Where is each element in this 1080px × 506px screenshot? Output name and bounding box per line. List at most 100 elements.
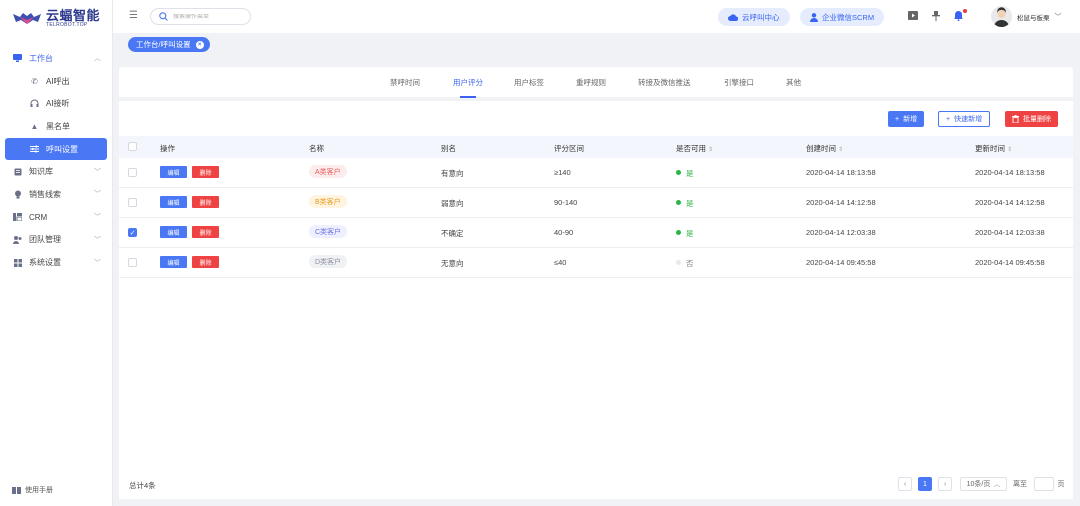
sidebar-item-blacklist[interactable]: ▲ 黑名单 (0, 115, 107, 138)
column-header-created[interactable]: 创建时间 ⇕ (806, 143, 843, 154)
plus-icon: + (895, 115, 900, 123)
select-all-checkbox[interactable] (128, 142, 137, 151)
enabled-cell: 是 (686, 229, 694, 238)
delete-button[interactable]: 删除 (192, 166, 219, 178)
sidebar-item-ai-inbound[interactable]: AI接听 (0, 92, 107, 115)
sliders-icon (30, 145, 39, 154)
close-icon[interactable]: × (195, 40, 204, 49)
edit-button[interactable]: 编辑 (160, 196, 187, 208)
sidebar-item-team[interactable]: 团队管理 ﹀ (0, 229, 107, 252)
user-name: 松鼠与板栗 (1017, 14, 1050, 22)
column-header-enabled[interactable]: 是否可用 ⇕ (676, 143, 713, 154)
delete-button[interactable]: 删除 (192, 196, 219, 208)
goto-label: 离至 (1013, 481, 1027, 488)
book-open-icon (12, 486, 21, 494)
sidebar-item-leads[interactable]: 销售线索 ﹀ (0, 183, 107, 206)
main-content: + 新增 + 快速新增 批量删除 操作 名称 别名 评分区间 是否可用 ⇕ 创建时… (119, 101, 1073, 499)
enabled-cell: 是 (686, 169, 694, 178)
wecom-scrm-button[interactable]: 企业微信SCRM (800, 8, 885, 26)
add-button[interactable]: + 新增 (888, 111, 925, 127)
row-checkbox[interactable] (128, 168, 137, 177)
chevron-down-icon: ﹀ (1054, 13, 1062, 21)
bell-icon[interactable] (954, 11, 963, 23)
sidebar-item-ai-outbound[interactable]: ✆ AI呼出 (0, 70, 107, 93)
alias-cell: 有意向 (441, 169, 464, 178)
sidebar-item-knowledge[interactable]: 知识库 ﹀ (0, 160, 107, 183)
avatar (991, 6, 1012, 27)
delete-button[interactable]: 删除 (192, 226, 219, 238)
enabled-cell: 否 (686, 259, 694, 268)
video-icon[interactable] (908, 11, 918, 22)
person-icon (810, 12, 818, 22)
tab-other[interactable]: 其他 (786, 77, 801, 88)
created-cell: 2020-04-14 18:13:58 (806, 168, 876, 177)
headset-icon (30, 99, 39, 108)
sort-icon[interactable]: ⇕ (838, 147, 843, 153)
tab-user-tags[interactable]: 用户标签 (514, 77, 544, 88)
column-header-label: 是否可用 (676, 144, 706, 153)
tab-engine-api[interactable]: 引擎接口 (724, 77, 754, 88)
sidebar-item-label: 工作台 (29, 53, 53, 63)
settings-grid-icon (13, 258, 22, 267)
column-header-actions: 操作 (160, 144, 175, 153)
sort-icon[interactable]: ⇕ (1007, 147, 1012, 153)
tab-transfer-wechat[interactable]: 转接及微信推送 (638, 77, 691, 88)
batch-delete-button[interactable]: 批量删除 (1005, 111, 1058, 127)
sidebar-item-workbench[interactable]: 工作台 ︿ (0, 47, 107, 70)
updated-cell: 2020-04-14 09:45:58 (975, 258, 1045, 267)
edit-button[interactable]: 编辑 (160, 226, 187, 238)
table-header: 操作 名称 别名 评分区间 是否可用 ⇕ 创建时间 ⇕ 更新时间 ⇕ (119, 136, 1073, 158)
name-tag: D类客户 (309, 255, 348, 268)
row-checkbox-checked[interactable]: ✓ (128, 228, 137, 237)
page-size-select[interactable]: 10条/页 ︿ (960, 477, 1007, 491)
table-row: ✓ 编辑 删除 C类客户 不确定 40-90 是 2020-04-14 12:0… (119, 218, 1073, 248)
table-row: 编辑 删除 B类客户 弱意向 90-140 是 2020-04-14 14:12… (119, 188, 1073, 218)
score-range-cell: 40-90 (554, 228, 574, 237)
sidebar-item-label: 团队管理 (29, 235, 61, 245)
logo[interactable]: 云蝠智能 TELROBOT.TOP (0, 0, 112, 36)
user-menu[interactable]: 松鼠与板栗 ﹀ (991, 6, 1062, 27)
sidebar-item-label: 系统设置 (29, 258, 61, 268)
breadcrumb-tag-label: 工作台/呼叫设置 (136, 40, 191, 49)
row-checkbox[interactable] (128, 258, 137, 267)
sidebar-item-system[interactable]: 系统设置 ﹀ (0, 251, 107, 274)
sidebar-item-crm[interactable]: CRM ﹀ (0, 206, 107, 229)
sort-icon[interactable]: ⇕ (708, 147, 713, 153)
top-header: ☰ 云呼叫中心 企业微信SCRM 松鼠与板栗 ﹀ (113, 0, 1080, 33)
status-dot (676, 200, 681, 205)
next-page-button[interactable]: › (938, 477, 952, 491)
crm-icon (13, 213, 22, 222)
prev-page-button[interactable]: ‹ (898, 477, 912, 491)
sidebar-item-label: 知识库 (29, 167, 53, 177)
search-box[interactable] (150, 8, 251, 25)
tag-bar: 工作台/呼叫设置 × (113, 33, 1080, 58)
team-icon (13, 235, 22, 244)
bat-logo-icon (13, 13, 41, 24)
menu-toggle-icon[interactable]: ☰ (129, 10, 138, 21)
cloud-call-center-label: 云呼叫中心 (742, 12, 780, 22)
sidebar-item-call-settings[interactable]: 呼叫设置 (5, 137, 107, 161)
edit-button[interactable]: 编辑 (160, 256, 187, 268)
page-size-value: 10条/页 (966, 481, 991, 488)
manual-link[interactable]: 使用手册 (12, 485, 53, 495)
cloud-call-center-button[interactable]: 云呼叫中心 (718, 8, 790, 26)
breadcrumb-tag[interactable]: 工作台/呼叫设置 × (128, 37, 210, 52)
delete-button[interactable]: 删除 (192, 256, 219, 268)
score-range-cell: ≥140 (554, 168, 571, 177)
column-header-updated[interactable]: 更新时间 ⇕ (975, 143, 1012, 154)
current-page-button[interactable]: 1 (918, 477, 932, 491)
sidebar: 云蝠智能 TELROBOT.TOP 工作台 ︿ ✆ AI呼出 AI接听 ▲ 黑名… (0, 0, 113, 506)
trash-icon (1012, 115, 1019, 123)
tab-user-score[interactable]: 用户评分 (453, 77, 483, 88)
pin-icon[interactable] (932, 11, 940, 23)
tab-no-call-time[interactable]: 禁呼时间 (390, 77, 420, 88)
tab-redial-rules[interactable]: 重呼规则 (576, 77, 606, 88)
updated-cell: 2020-04-14 18:13:58 (975, 168, 1045, 177)
quick-add-button[interactable]: + 快速新增 (938, 111, 991, 127)
edit-button[interactable]: 编辑 (160, 166, 187, 178)
column-header-name: 名称 (309, 144, 324, 153)
row-checkbox[interactable] (128, 198, 137, 207)
search-input[interactable] (173, 13, 243, 20)
name-tag: A类客户 (309, 165, 347, 178)
goto-page-input[interactable] (1034, 477, 1054, 491)
